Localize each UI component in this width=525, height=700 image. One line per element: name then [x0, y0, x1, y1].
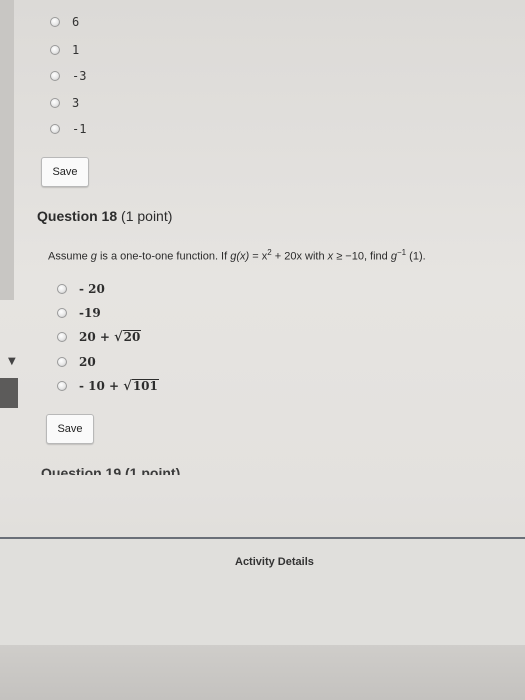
radio-button[interactable]	[50, 45, 60, 55]
option-label: 1	[72, 43, 80, 57]
prompt-text: + 20x with	[271, 250, 328, 263]
radio-button[interactable]	[57, 308, 67, 318]
radio-button[interactable]	[50, 17, 60, 27]
triangle-down-icon[interactable]: ▼	[8, 356, 16, 367]
prompt-text: Assume	[48, 250, 91, 263]
option-row[interactable]: 1	[50, 43, 79, 57]
option-row[interactable]: - 20	[57, 282, 105, 296]
prompt-exponent: −1	[396, 248, 407, 257]
sqrt-symbol: √	[114, 330, 123, 345]
radio-button[interactable]	[57, 357, 67, 367]
radicand: 20	[122, 330, 142, 344]
save-button[interactable]: Save	[41, 157, 89, 187]
prompt-text: ≥ −10, find	[333, 250, 391, 263]
option-label: 20 + √ 20	[79, 330, 142, 345]
option-row[interactable]: -19	[57, 306, 101, 320]
option-label: -1	[72, 122, 87, 136]
save-button[interactable]: Save	[46, 414, 94, 444]
option-label: - 20	[79, 282, 105, 296]
prompt-text: (1).	[406, 250, 426, 263]
sqrt-expression: √ 20	[114, 330, 142, 345]
prompt-var-gx: g(x)	[230, 250, 250, 263]
question-prompt: Assume g is a one-to-one function. If g(…	[48, 248, 426, 263]
radio-button[interactable]	[57, 332, 67, 342]
radio-button[interactable]	[50, 124, 60, 134]
option-row[interactable]: 20 + √ 20	[57, 330, 142, 345]
question-title: Question 18 (1 point)	[37, 208, 172, 224]
left-dark-marker	[0, 378, 18, 408]
radicand: 101	[131, 379, 159, 393]
prompt-text: = x	[249, 250, 268, 263]
option-prefix: - 10 +	[79, 379, 124, 393]
option-label: -19	[79, 306, 101, 320]
radio-button[interactable]	[50, 98, 60, 108]
option-row[interactable]: - 10 + √ 101	[57, 379, 159, 393]
option-label: - 10 + √ 101	[79, 379, 159, 393]
option-label: -3	[72, 69, 87, 83]
option-label: 6	[72, 15, 80, 29]
option-label: 20	[79, 355, 96, 369]
question-number: Question 18	[37, 208, 118, 224]
sqrt-symbol: √	[123, 379, 132, 394]
option-row[interactable]: 6	[50, 15, 79, 29]
radio-button[interactable]	[50, 71, 60, 81]
left-scroll-bar	[0, 0, 14, 300]
option-row[interactable]: 20	[57, 355, 96, 369]
question-points: (1 point)	[121, 208, 173, 224]
option-row[interactable]: -1	[50, 122, 86, 136]
activity-panel: Activity Details	[0, 539, 525, 645]
sqrt-expression: √ 101	[123, 379, 159, 393]
radio-button[interactable]	[57, 381, 67, 391]
option-prefix: 20 +	[79, 330, 115, 344]
page-footer	[0, 645, 525, 700]
radio-button[interactable]	[57, 284, 67, 294]
option-row[interactable]: 3	[50, 96, 79, 110]
option-label: 3	[72, 96, 80, 110]
next-question-title: Question 19 (1 point)	[41, 465, 181, 475]
prompt-text: is a one-to-one function. If	[96, 250, 231, 263]
activity-details-title[interactable]: Activity Details	[235, 556, 314, 568]
option-row[interactable]: -3	[50, 69, 86, 83]
